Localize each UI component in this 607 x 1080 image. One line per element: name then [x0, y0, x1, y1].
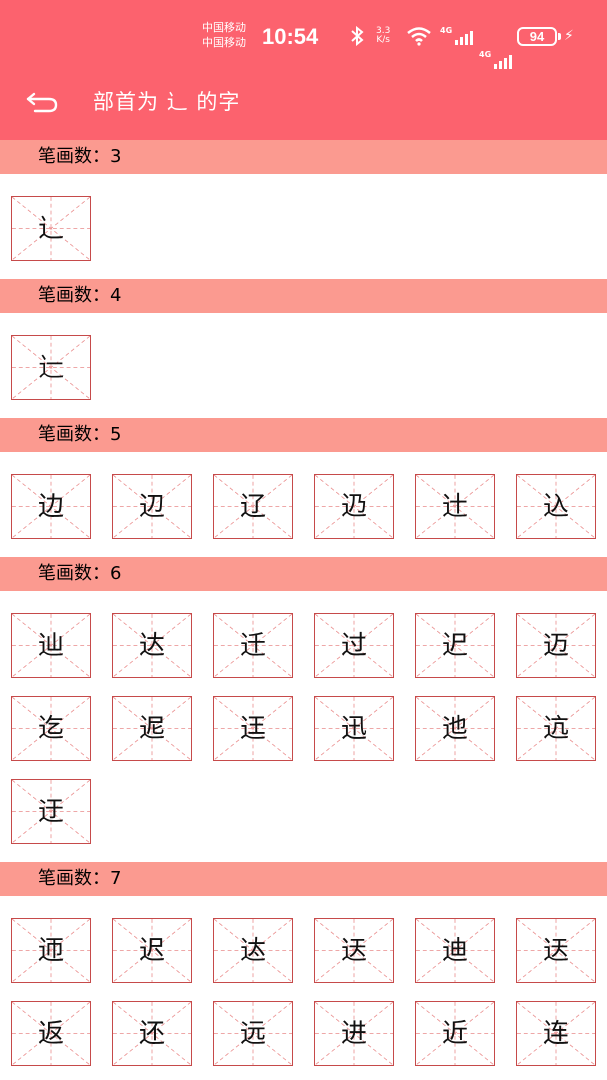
character-cell[interactable]: 迊 — [11, 918, 91, 983]
carrier-2: 中国移动 — [202, 36, 246, 49]
title-bar: 部首为 辶 的字 — [0, 80, 607, 124]
character-glyph: 迄 — [37, 713, 64, 744]
back-button[interactable] — [20, 84, 64, 120]
character-cell[interactable]: 还 — [112, 1001, 192, 1066]
character-glyph: 辷 — [37, 352, 64, 383]
character-glyph: 迈 — [542, 630, 569, 661]
character-glyph: 込 — [542, 491, 569, 522]
character-glyph: 进 — [340, 1018, 367, 1049]
character-grid: 辷 — [0, 313, 607, 418]
character-cell[interactable]: 迒 — [516, 696, 596, 761]
character-cell[interactable]: 进 — [314, 1001, 394, 1066]
character-cell[interactable]: 边 — [11, 474, 91, 539]
charging-icon: ⚡ — [564, 28, 574, 44]
character-cell[interactable]: 远 — [213, 1001, 293, 1066]
character-cell[interactable]: 辿 — [11, 613, 91, 678]
character-glyph: 达 — [138, 630, 165, 661]
character-cell[interactable]: 辷 — [11, 335, 91, 400]
character-cell[interactable]: 込 — [516, 474, 596, 539]
character-glyph: 迡 — [138, 713, 165, 744]
character-cell[interactable]: 迂 — [11, 779, 91, 844]
character-cell[interactable]: 辺 — [112, 474, 192, 539]
bluetooth-icon — [350, 24, 364, 48]
character-glyph: 辿 — [37, 630, 64, 661]
battery-icon: 94 ⚡ — [517, 24, 574, 48]
stroke-count-header: 笔画数：6 — [0, 557, 607, 591]
character-cell[interactable]: 迡 — [112, 696, 192, 761]
character-cell[interactable]: 辻 — [415, 474, 495, 539]
character-cell[interactable]: 迏 — [213, 918, 293, 983]
character-glyph: 迗 — [340, 935, 367, 966]
character-cell[interactable]: 迄 — [11, 696, 91, 761]
character-grid: 边辺辽辸辻込 — [0, 452, 607, 557]
character-glyph: 迅 — [340, 713, 367, 744]
character-glyph: 辺 — [138, 491, 165, 522]
stroke-count-header: 笔画数：4 — [0, 279, 607, 313]
character-cell[interactable]: 迟 — [112, 918, 192, 983]
character-cell[interactable]: 迁 — [213, 613, 293, 678]
character-cell[interactable]: 辸 — [314, 474, 394, 539]
character-glyph: 远 — [239, 1018, 266, 1049]
character-glyph: 迟 — [138, 935, 165, 966]
character-glyph: 辸 — [340, 491, 367, 522]
character-glyph: 迉 — [441, 630, 468, 661]
signal-icon-2: 4G — [479, 48, 512, 72]
character-cell[interactable]: 迪 — [415, 918, 495, 983]
character-glyph: 过 — [340, 630, 367, 661]
character-glyph: 迪 — [441, 935, 468, 966]
stroke-count-header: 笔画数：5 — [0, 418, 607, 452]
character-glyph: 迗 — [542, 935, 569, 966]
battery-level: 94 — [517, 26, 557, 46]
character-cell[interactable]: 迅 — [314, 696, 394, 761]
character-cell[interactable]: 返 — [11, 1001, 91, 1066]
character-grid: 辶 — [0, 174, 607, 279]
character-cell[interactable]: 迈 — [516, 613, 596, 678]
character-glyph: 还 — [138, 1018, 165, 1049]
character-glyph: 辶 — [37, 213, 64, 244]
character-glyph: 迁 — [239, 630, 266, 661]
stroke-count-header: 笔画数：3 — [0, 140, 607, 174]
character-cell[interactable]: 辶 — [11, 196, 91, 261]
app-header: 中国移动 中国移动 10:54 3.3 K/s 4G 4G 94 ⚡ 部首为 辶… — [0, 0, 607, 140]
character-cell[interactable]: 迗 — [314, 918, 394, 983]
character-glyph: 迂 — [37, 796, 64, 827]
stroke-count-header: 笔画数：7 — [0, 862, 607, 896]
character-glyph: 迒 — [542, 713, 569, 744]
character-glyph: 返 — [37, 1018, 64, 1049]
character-list: 笔画数：3 辶笔画数：4 辷笔画数：5 边 辺 辽 辸 辻 込笔画数：6 辿 达 迁 过 迉 迈迄 迡 迋 迅 迆 迒… — [0, 140, 607, 1080]
character-cell[interactable]: 过 — [314, 613, 394, 678]
character-cell[interactable]: 辽 — [213, 474, 293, 539]
character-glyph: 迊 — [37, 935, 64, 966]
character-cell[interactable]: 迆 — [415, 696, 495, 761]
character-grid: 辿 达 迁 过 迉 迈迄 迡 迋 迅 迆 迒迂 — [0, 591, 607, 862]
character-glyph: 边 — [37, 491, 64, 522]
character-glyph: 辻 — [441, 491, 468, 522]
speed-unit: K/s — [376, 35, 390, 45]
character-glyph: 近 — [441, 1018, 468, 1049]
character-cell[interactable]: 迋 — [213, 696, 293, 761]
character-cell[interactable]: 迗 — [516, 918, 596, 983]
carrier-1: 中国移动 — [202, 21, 246, 34]
net-type-2: 4G — [479, 50, 492, 59]
character-glyph: 连 — [542, 1018, 569, 1049]
character-cell[interactable]: 迉 — [415, 613, 495, 678]
status-time: 10:54 — [262, 24, 319, 49]
character-grid: 迊 迟 迏 迗 迪 迗返 还 远 进 近 连 — [0, 896, 607, 1080]
character-glyph: 迏 — [239, 935, 266, 966]
character-cell[interactable]: 近 — [415, 1001, 495, 1066]
status-bar: 中国移动 中国移动 10:54 3.3 K/s 4G 4G 94 ⚡ — [0, 18, 607, 69]
net-type-1: 4G — [440, 26, 453, 35]
character-cell[interactable]: 达 — [112, 613, 192, 678]
back-arrow-icon — [26, 92, 58, 113]
character-glyph: 迆 — [441, 713, 468, 744]
wifi-icon — [406, 24, 432, 48]
page-title: 部首为 辶 的字 — [93, 90, 241, 114]
carrier-label: 中国移动 中国移动 — [202, 20, 246, 50]
character-cell[interactable]: 连 — [516, 1001, 596, 1066]
character-glyph: 迋 — [239, 713, 266, 744]
signal-icon-1: 4G — [440, 24, 473, 48]
network-speed: 3.3 K/s — [376, 24, 390, 48]
character-glyph: 辽 — [239, 491, 266, 522]
